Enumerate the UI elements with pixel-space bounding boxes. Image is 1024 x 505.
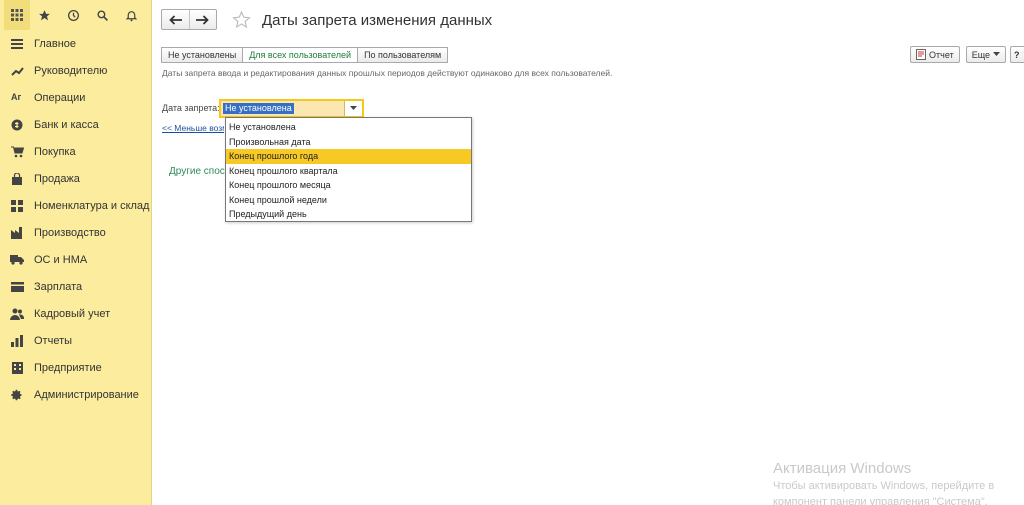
sidebar-item-label: Кадровый учет [34, 307, 111, 320]
dropdown-option[interactable]: Предыдущий день [226, 207, 471, 222]
date-field-label: Дата запрета: [162, 103, 220, 113]
sidebar-item-label: Покупка [34, 145, 76, 158]
sidebar-item-manager[interactable]: Руководителю [0, 57, 151, 84]
cart-icon [10, 145, 24, 159]
date-select[interactable]: Не установлена [219, 99, 364, 118]
tab-all-users[interactable]: Для всех пользователей [242, 47, 359, 63]
tab-by-users[interactable]: По пользователям [357, 47, 449, 63]
watermark-title: Активация Windows [773, 460, 912, 477]
bag-icon [10, 172, 24, 186]
chart-line-icon [10, 64, 24, 78]
sidebar-item-main[interactable]: Главное [0, 30, 151, 57]
sidebar-item-label: Предприятие [34, 361, 102, 374]
other-section-toggle[interactable]: Другие способы [164, 166, 226, 177]
sidebar-item-label: ОС и НМА [34, 253, 88, 266]
grid-icon[interactable] [4, 0, 30, 30]
sidebar-item-enterprise[interactable]: Предприятие [0, 354, 151, 381]
sidebar-item-label: Отчеты [34, 334, 73, 347]
watermark-line: Чтобы активировать Windows, перейдите в [773, 480, 995, 492]
building-icon [10, 361, 24, 375]
other-section-label: Другие способы [169, 166, 226, 177]
sidebar-item-label: Руководителю [34, 64, 108, 77]
report-icon [10, 334, 24, 348]
sidebar-item-label: Главное [34, 37, 77, 50]
history-icon[interactable] [59, 0, 88, 30]
report-button[interactable]: Отчет [910, 46, 960, 63]
people-icon [10, 307, 24, 321]
toolbar: Отчет Еще ? [910, 46, 1024, 63]
sidebar-item-bank[interactable]: Банк и касса [0, 111, 151, 138]
report-button-label: Отчет [929, 49, 954, 60]
sidebar-item-label: Номенклатура и склад [34, 199, 150, 212]
sidebar-item-operations[interactable]: Аг Операции [0, 84, 151, 111]
windows-activation-watermark: Активация Windows Чтобы активировать Win… [773, 460, 994, 505]
more-button-label: Еще [971, 49, 990, 60]
tab-not-set[interactable]: Не установлены [161, 47, 244, 63]
less-options-link[interactable]: << Меньше возможностей [162, 123, 224, 133]
chevron-down-icon [993, 52, 1000, 56]
operations-icon: Аг [10, 91, 24, 105]
gear-icon [10, 388, 24, 402]
sidebar-nav: Главное Руководителю Аг Операции Банк и … [0, 30, 151, 408]
sidebar-item-purchase[interactable]: Покупка [0, 138, 151, 165]
coin-icon [10, 118, 24, 132]
dropdown-option[interactable]: Произвольная дата [226, 135, 471, 150]
more-button[interactable]: Еще [965, 46, 1006, 63]
sidebar-top-icons [0, 0, 151, 30]
history-buttons [161, 9, 217, 30]
page-title: Даты запрета изменения данных [262, 12, 493, 29]
chevron-down-icon [350, 106, 357, 110]
sidebar-item-salary[interactable]: Зарплата [0, 273, 151, 300]
bell-icon[interactable] [117, 0, 146, 30]
svg-text:Аг: Аг [11, 92, 21, 102]
back-button[interactable] [162, 10, 189, 29]
menu-icon [10, 37, 24, 51]
report-doc-icon [916, 49, 927, 60]
dropdown-option-highlighted[interactable]: Конец прошлого года [226, 149, 471, 164]
favorite-star-icon[interactable] [232, 10, 251, 32]
dropdown-option[interactable]: Конец прошлого месяца [226, 178, 471, 193]
sidebar-item-hr[interactable]: Кадровый учет [0, 300, 151, 327]
arrow-right-icon [196, 14, 210, 25]
sidebar-item-label: Производство [34, 226, 106, 239]
main-content: Даты запрета изменения данных Не установ… [152, 0, 1024, 505]
help-button[interactable]: ? [1010, 46, 1024, 63]
search-icon[interactable] [88, 0, 117, 30]
date-select-value[interactable]: Не установлена [223, 103, 294, 114]
sidebar-item-label: Зарплата [34, 280, 83, 293]
factory-icon [10, 226, 24, 240]
sidebar-item-production[interactable]: Производство [0, 219, 151, 246]
star-icon[interactable] [30, 0, 59, 30]
dropdown-option[interactable]: Конец прошлого квартала [226, 164, 471, 179]
sidebar-item-label: Банк и касса [34, 118, 99, 131]
dropdown-option[interactable]: Конец прошлой недели [226, 193, 471, 208]
sidebar-item-label: Операции [34, 91, 86, 104]
sidebar-item-label: Администрирование [34, 388, 139, 401]
wallet-icon [10, 280, 24, 294]
dropdown-option[interactable]: Не установлена [226, 120, 471, 135]
warehouse-icon [10, 199, 24, 213]
sidebar-item-assets[interactable]: ОС и НМА [0, 246, 151, 273]
arrow-left-icon [168, 14, 182, 25]
sidebar-item-nomenclature[interactable]: Номенклатура и склад [0, 192, 151, 219]
mode-tabs: Не установлены Для всех пользователей По… [161, 47, 449, 63]
watermark-line: компонент панели управления "Система". [773, 496, 988, 505]
sidebar-item-reports[interactable]: Отчеты [0, 327, 151, 354]
sidebar-item-label: Продажа [34, 172, 80, 185]
date-options-dropdown: Не установлена Произвольная дата Конец п… [225, 117, 472, 222]
truck-icon [10, 253, 24, 267]
dropdown-button[interactable] [344, 101, 362, 116]
sidebar: Главное Руководителю Аг Операции Банк и … [0, 0, 152, 505]
sidebar-item-administration[interactable]: Администрирование [0, 381, 151, 408]
forward-button[interactable] [188, 10, 217, 29]
hint-text: Даты запрета ввода и редактирования данн… [162, 68, 613, 78]
sidebar-item-sales[interactable]: Продажа [0, 165, 151, 192]
